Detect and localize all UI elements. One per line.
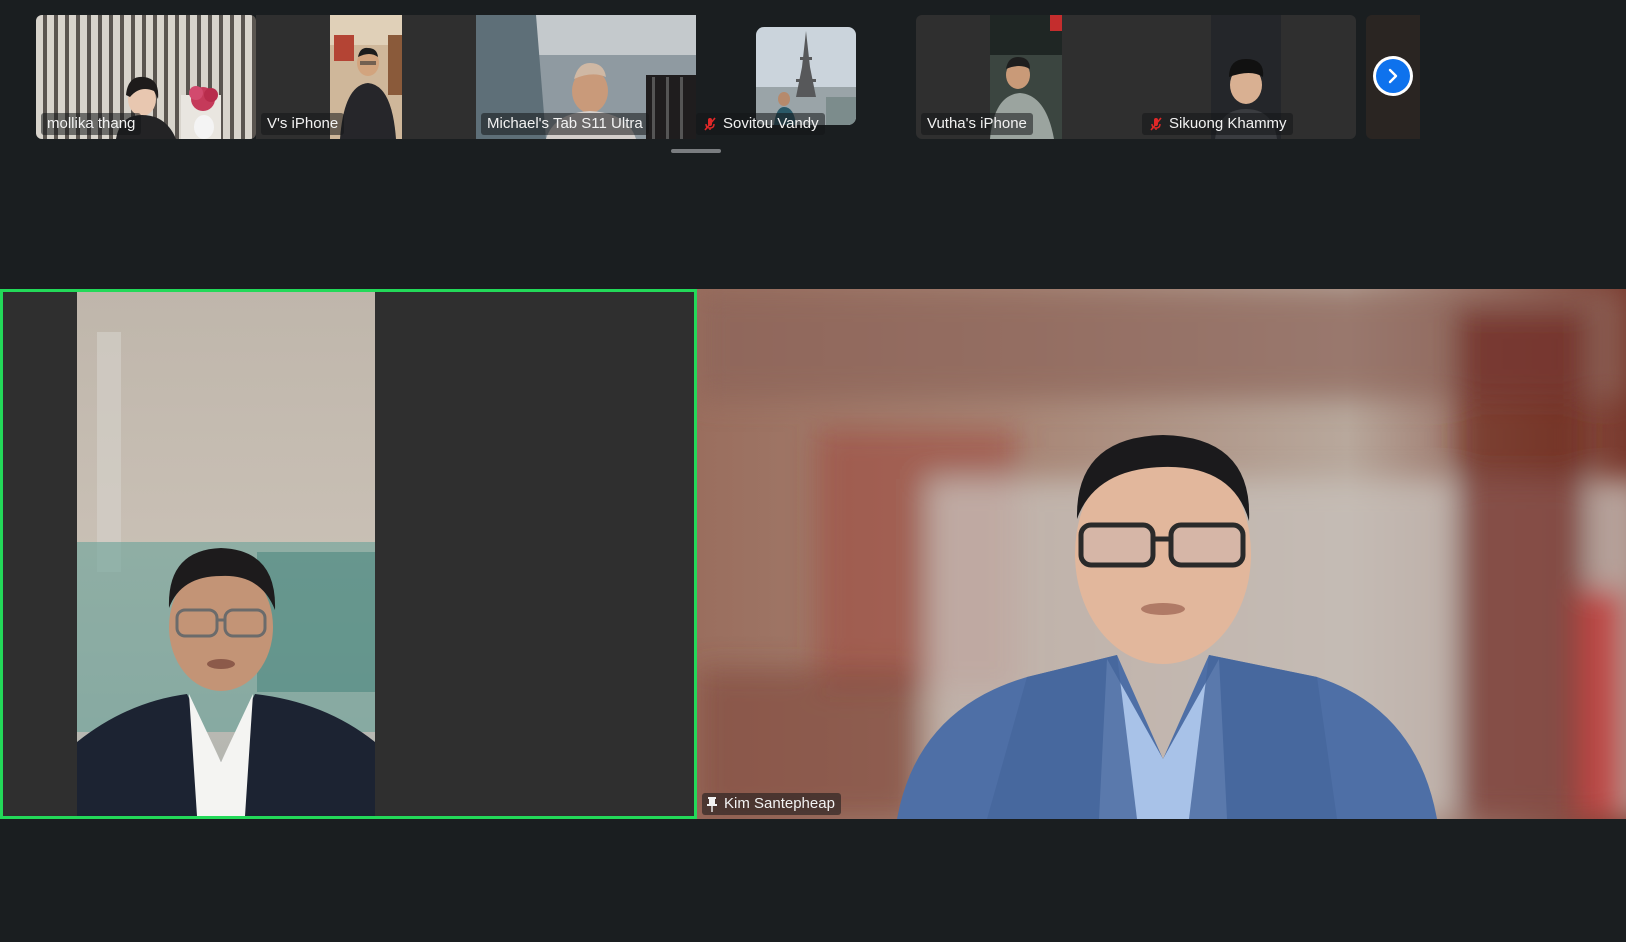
muted-microphone-icon (704, 116, 716, 131)
participant-name: Sovitou Vandy (723, 115, 819, 132)
participant-name-tag: Vutha's iPhone (921, 113, 1033, 135)
pin-icon (707, 796, 717, 812)
participant-name-tag: V's iPhone (261, 113, 345, 135)
participant-tile[interactable]: mollika thang (36, 15, 256, 139)
chevron-right-icon (1388, 68, 1398, 84)
pinned-participant-tile[interactable]: Kim Santepheap (697, 289, 1626, 819)
participant-tile[interactable]: Vutha's iPhone (916, 15, 1062, 139)
speaker-video (77, 292, 375, 816)
pinned-name-tag: Kim Santepheap (702, 793, 841, 815)
participant-name-tag: Sovitou Vandy (696, 113, 825, 135)
participant-name-tag: Sikuong Khammy (1142, 113, 1293, 135)
participant-name: Sikuong Khammy (1169, 115, 1287, 132)
next-page-button[interactable] (1373, 56, 1413, 96)
gallery-scroll-indicator[interactable] (671, 149, 721, 153)
pinned-participant-name: Kim Santepheap (724, 795, 835, 812)
participant-tile[interactable]: Sovitou Vandy (696, 15, 916, 139)
participant-name: mollika thang (47, 115, 136, 132)
participant-name: Michael's Tab S11 Ultra (487, 115, 643, 132)
muted-microphone-icon (1150, 116, 1162, 131)
participant-name: V's iPhone (267, 115, 339, 132)
pinned-video (697, 289, 1626, 819)
next-page-button-inner (1376, 59, 1410, 93)
participant-tile[interactable]: Michael's Tab S11 Ultra (402, 15, 696, 139)
participant-name-tag: mollika thang (41, 113, 142, 135)
active-speaker-tile[interactable] (0, 289, 697, 819)
participant-name-tag: Michael's Tab S11 Ultra (481, 113, 649, 135)
participant-video (756, 27, 856, 125)
participant-tile[interactable]: Sikuong Khammy (1062, 15, 1356, 139)
participant-tile[interactable]: V's iPhone (256, 15, 402, 139)
meeting-window: mollika thang V's iPhone Michael's Tab S… (0, 0, 1626, 942)
participant-name: Vutha's iPhone (927, 115, 1027, 132)
